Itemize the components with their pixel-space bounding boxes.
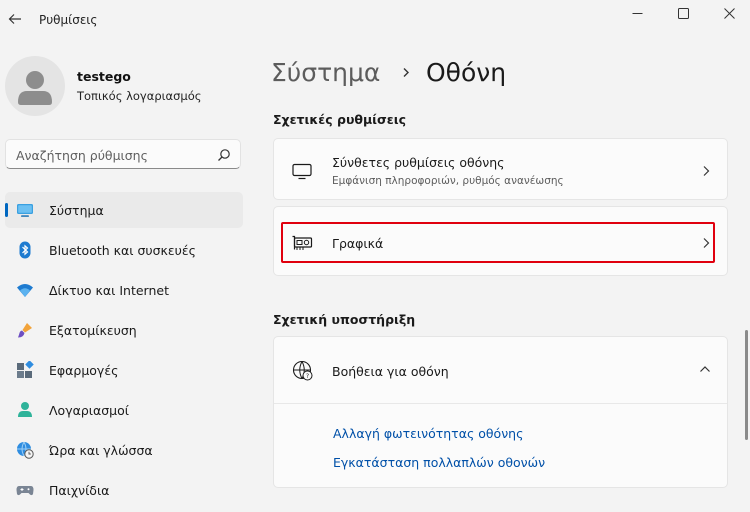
search-icon bbox=[218, 149, 230, 161]
sidebar-item-gaming[interactable]: Παιχνίδια bbox=[5, 472, 243, 508]
link-setup-multiple-displays[interactable]: Εγκατάσταση πολλαπλών οθονών bbox=[333, 455, 545, 470]
sidebar-item-bluetooth[interactable]: Bluetooth και συσκευές bbox=[5, 232, 243, 268]
graphics-card-icon bbox=[292, 235, 313, 250]
svg-text:?: ? bbox=[306, 373, 309, 380]
help-display-card: ? Βοήθεια για οθόνη Αλλαγή φωτεινότητας … bbox=[273, 336, 728, 488]
close-button[interactable] bbox=[706, 0, 750, 26]
sidebar-item-label: Δίκτυο και Internet bbox=[49, 283, 169, 298]
chevron-right-icon bbox=[703, 238, 710, 248]
monitor-icon bbox=[292, 163, 312, 180]
advanced-display-settings-card[interactable]: Σύνθετες ρυθμίσεις οθόνης Εμφάνιση πληρο… bbox=[273, 138, 728, 200]
card-title: Βοήθεια για οθόνη bbox=[332, 364, 449, 379]
chevron-right-icon bbox=[403, 68, 409, 77]
back-button[interactable] bbox=[0, 4, 30, 34]
sidebar-item-time-language[interactable]: Ώρα και γλώσσα bbox=[5, 432, 243, 468]
app-title: Ρυθμίσεις bbox=[39, 13, 98, 27]
sidebar-item-label: Εξατομίκευση bbox=[49, 323, 137, 338]
selection-indicator bbox=[5, 203, 8, 217]
gamepad-icon bbox=[16, 486, 34, 496]
scrollbar-thumb[interactable] bbox=[745, 330, 748, 440]
chevron-right-icon bbox=[703, 166, 710, 176]
sidebar-item-label: Ώρα και γλώσσα bbox=[49, 443, 153, 458]
maximize-button[interactable] bbox=[660, 0, 706, 26]
title-bar: Ρυθμίσεις bbox=[0, 0, 750, 40]
graphics-card[interactable]: Γραφικά bbox=[273, 206, 728, 276]
section-heading-related-support: Σχετική υποστήριξη bbox=[273, 312, 416, 327]
avatar[interactable] bbox=[5, 56, 65, 116]
globe-clock-icon bbox=[17, 441, 34, 459]
person-icon bbox=[18, 402, 32, 417]
back-arrow-icon bbox=[8, 14, 21, 24]
sidebar-item-accounts[interactable]: Λογαριασμοί bbox=[5, 392, 243, 428]
page-title: Οθόνη bbox=[426, 58, 507, 87]
profile-account-type: Τοπικός λογαριασμός bbox=[77, 89, 202, 103]
link-change-brightness[interactable]: Αλλαγή φωτεινότητας οθόνης bbox=[333, 426, 523, 441]
sidebar-nav: Σύστημα Bluetooth και συσκευές Δίκτυο κα… bbox=[5, 192, 243, 512]
breadcrumb-parent[interactable]: Σύστημα bbox=[271, 58, 380, 87]
system-monitor-icon bbox=[17, 204, 33, 217]
chevron-up-icon bbox=[700, 366, 710, 372]
card-title: Γραφικά bbox=[332, 236, 384, 251]
minimize-icon bbox=[632, 12, 642, 14]
sidebar-item-label: Σύστημα bbox=[49, 203, 104, 218]
section-heading-related-settings: Σχετικές ρυθμίσεις bbox=[273, 112, 407, 127]
card-title: Σύνθετες ρυθμίσεις οθόνης bbox=[332, 155, 505, 170]
wifi-icon bbox=[17, 284, 33, 297]
apps-icon bbox=[17, 361, 34, 378]
user-avatar-icon bbox=[18, 71, 52, 105]
divider bbox=[274, 403, 727, 404]
sidebar-item-system[interactable]: Σύστημα bbox=[5, 192, 243, 228]
paintbrush-icon bbox=[18, 323, 32, 338]
sidebar-item-personalization[interactable]: Εξατομίκευση bbox=[5, 312, 243, 348]
minimize-button[interactable] bbox=[614, 0, 660, 26]
help-display-header[interactable]: ? Βοήθεια για οθόνη bbox=[274, 337, 727, 403]
sidebar-item-apps[interactable]: Εφαρμογές bbox=[5, 352, 243, 388]
sidebar-item-network[interactable]: Δίκτυο και Internet bbox=[5, 272, 243, 308]
globe-help-icon: ? bbox=[292, 360, 313, 381]
bluetooth-icon bbox=[19, 241, 31, 259]
profile-name: testego bbox=[77, 69, 131, 84]
sidebar-item-label: Λογαριασμοί bbox=[49, 403, 129, 418]
close-icon bbox=[723, 7, 735, 19]
maximize-icon bbox=[677, 7, 689, 19]
sidebar-item-label: Παιχνίδια bbox=[49, 483, 110, 498]
sidebar-item-label: Bluetooth και συσκευές bbox=[49, 243, 196, 258]
card-subtitle: Εμφάνιση πληροφοριών, ρυθμός ανανέωσης bbox=[332, 175, 564, 187]
search-placeholder: Αναζήτηση ρύθμισης bbox=[16, 148, 148, 163]
search-input[interactable]: Αναζήτηση ρύθμισης bbox=[5, 139, 241, 169]
sidebar-item-label: Εφαρμογές bbox=[49, 363, 119, 378]
